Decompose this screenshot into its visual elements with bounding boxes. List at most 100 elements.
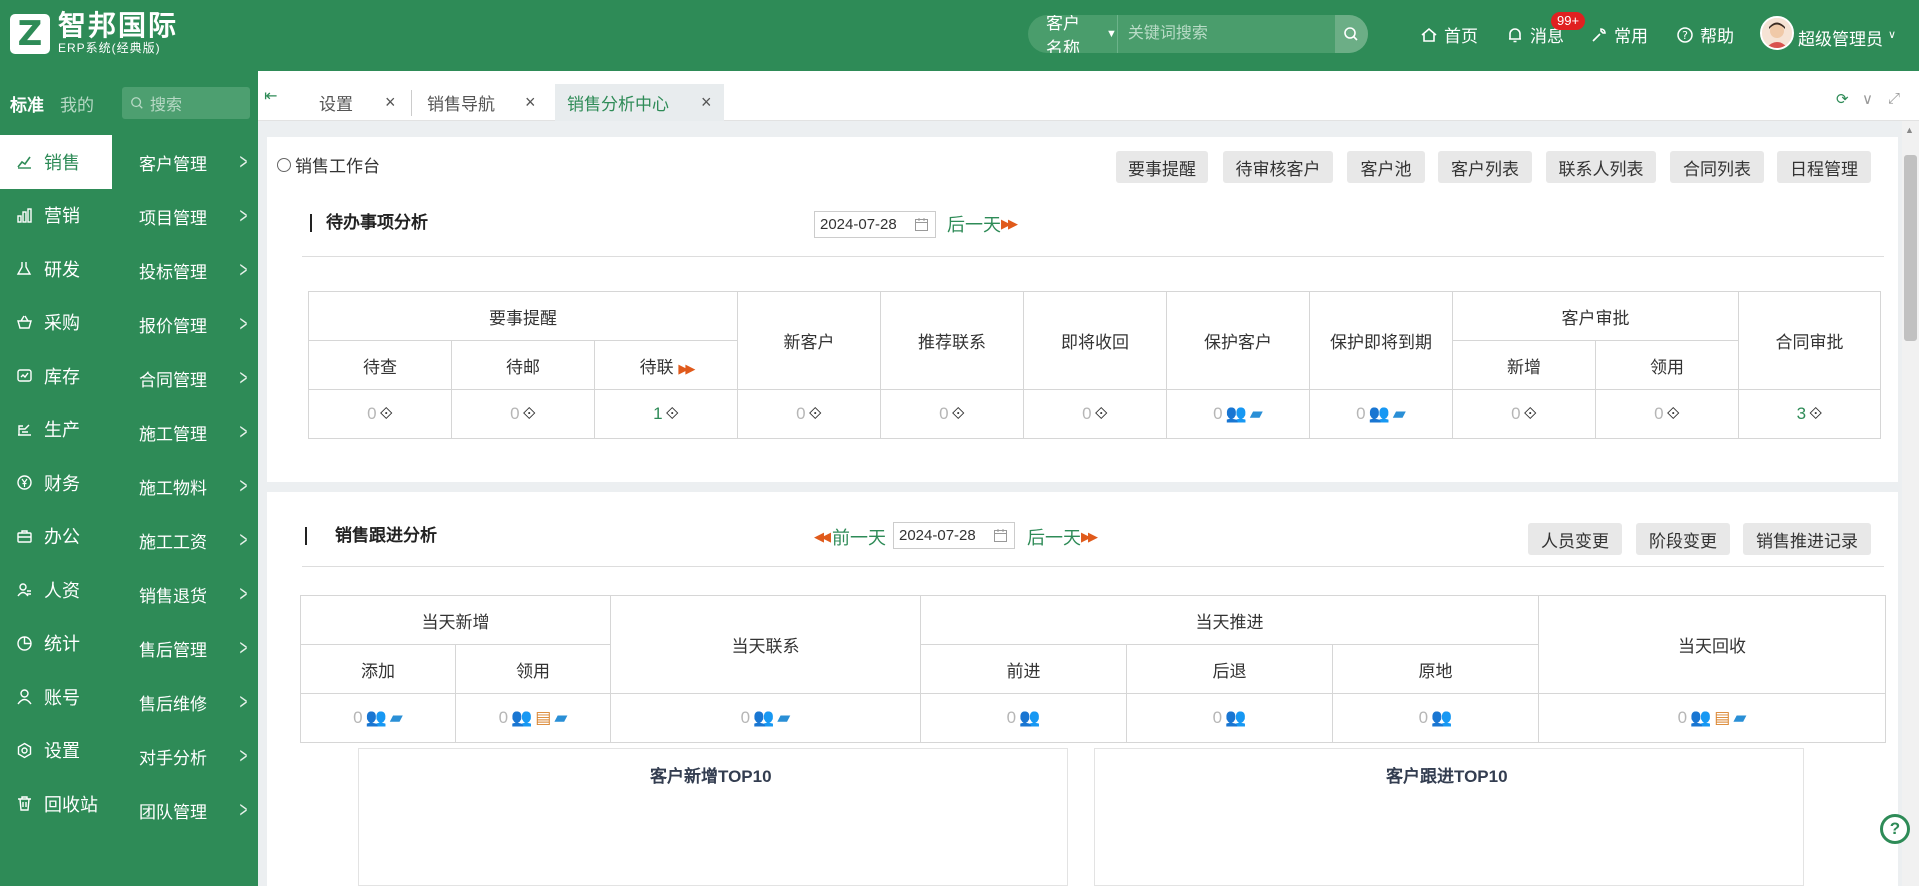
contract-list-button[interactable]: 合同列表 xyxy=(1670,151,1764,183)
followup-next-day-link[interactable]: 后一天 ▶▶ xyxy=(1027,524,1098,550)
col-claim: 领用 xyxy=(455,644,611,694)
submenu-item[interactable]: 售后管理 > xyxy=(112,621,258,675)
tab-settings[interactable]: 设置 × xyxy=(319,84,396,121)
refresh-icon[interactable]: ⟳ xyxy=(1836,90,1849,108)
sidebar-module-item[interactable]: 回收站 xyxy=(0,777,112,831)
close-icon[interactable]: × xyxy=(525,92,536,113)
chart-line-icon xyxy=(16,153,38,170)
search-input[interactable] xyxy=(1117,15,1335,53)
user-name[interactable]: 超级管理员 xyxy=(1798,25,1883,50)
chevron-right-icon: > xyxy=(239,311,248,336)
nav-common[interactable]: 常用 xyxy=(1590,22,1648,47)
sidebar-module-item[interactable]: 生产 xyxy=(0,403,112,457)
sidebar-module-item[interactable]: 研发 xyxy=(0,242,112,296)
sidebar-module-label: 人资 xyxy=(44,580,80,601)
customer-pool-button[interactable]: 客户池 xyxy=(1347,151,1425,183)
submenu-item[interactable]: 施工管理 > xyxy=(112,405,258,459)
double-arrow-right-icon: ▶▶ xyxy=(1081,529,1098,544)
stage-change-button[interactable]: 阶段变更 xyxy=(1636,523,1730,555)
submenu-item[interactable]: 施工工资 > xyxy=(112,513,258,567)
col-group-reminders: 要事提醒 xyxy=(308,291,738,341)
folder-icon: ▰ xyxy=(1392,404,1406,424)
cell-protect[interactable]: 0 👥 ▰ xyxy=(1166,389,1310,439)
cell-pending-contact[interactable]: 1 ⟐ xyxy=(594,389,738,439)
link-arrow-icon: ⟐ xyxy=(808,404,822,424)
chevron-down-icon[interactable]: ∨ xyxy=(1888,28,1896,41)
cell-backward[interactable]: 0 👥 xyxy=(1126,693,1333,743)
sidebar-tab-standard[interactable]: 标准 xyxy=(10,91,44,116)
submenu-item[interactable]: 团队管理 > xyxy=(112,783,258,837)
submenu-item[interactable]: 销售退货 > xyxy=(112,567,258,621)
basket-icon xyxy=(16,314,38,331)
todo-next-day-link[interactable]: 后一天 ▶▶ xyxy=(947,211,1018,237)
followup-prev-day-link[interactable]: ◀◀ 前一天 xyxy=(814,524,886,550)
cell-same[interactable]: 0 👥 xyxy=(1332,693,1539,743)
fullscreen-icon[interactable]: ⤢ xyxy=(1888,90,1900,107)
cell-approval-add[interactable]: 0 ⟐ xyxy=(1452,389,1596,439)
cell-recommend[interactable]: 0 ⟐ xyxy=(880,389,1024,439)
submenu-item[interactable]: 投标管理 > xyxy=(112,243,258,297)
chevron-down-icon[interactable]: ∨ xyxy=(1862,90,1873,108)
sidebar-module-item[interactable]: 账号 xyxy=(0,670,112,724)
pending-review-customers-button[interactable]: 待审核客户 xyxy=(1223,151,1333,183)
sidebar-module-item[interactable]: 设置 xyxy=(0,724,112,778)
sidebar-module-item[interactable]: 统计 xyxy=(0,617,112,671)
sidebar-module-item[interactable]: 营销 xyxy=(0,189,112,243)
cell-new-customer[interactable]: 0 ⟐ xyxy=(737,389,881,439)
schedule-button[interactable]: 日程管理 xyxy=(1777,151,1871,183)
sidebar-module-item[interactable]: 人资 xyxy=(0,563,112,617)
search-type-select[interactable]: 客户名称 ▼ xyxy=(1028,15,1118,53)
cell-contact[interactable]: 0 👥 ▰ xyxy=(610,693,921,743)
col-pending-contact[interactable]: 待联 ▶▶ xyxy=(594,340,738,390)
submenu-item[interactable]: 项目管理 > xyxy=(112,189,258,243)
sidebar-module-item[interactable]: 销售 xyxy=(0,135,112,189)
cell-claim[interactable]: 0 👥 ▤ ▰ xyxy=(455,693,611,743)
cell-contract-approval[interactable]: 3 ⟐ xyxy=(1738,389,1881,439)
nav-help[interactable]: ? 帮助 xyxy=(1676,22,1734,47)
cell-pending-mail[interactable]: 0 ⟐ xyxy=(451,389,595,439)
tab-sales-nav[interactable]: 销售导航 × xyxy=(427,84,536,121)
cell-add[interactable]: 0 👥 ▰ xyxy=(300,693,456,743)
contact-list-button[interactable]: 联系人列表 xyxy=(1546,151,1656,183)
user-avatar[interactable] xyxy=(1760,16,1794,50)
submenu-item[interactable]: 施工物料 > xyxy=(112,459,258,513)
scrollbar-thumb[interactable] xyxy=(1904,155,1917,341)
cell-recall[interactable]: 0 👥 ▤ ▰ xyxy=(1538,693,1886,743)
close-icon[interactable]: × xyxy=(701,92,712,113)
sales-progress-record-button[interactable]: 销售推进记录 xyxy=(1743,523,1871,555)
submenu-item[interactable]: 合同管理 > xyxy=(112,351,258,405)
followup-date-input[interactable]: 2024-07-28 xyxy=(893,522,1015,549)
scroll-up-icon[interactable]: ▲ xyxy=(1905,125,1914,135)
divider xyxy=(302,566,1884,567)
value: 0 xyxy=(1511,403,1521,423)
customer-list-button[interactable]: 客户列表 xyxy=(1438,151,1532,183)
staff-change-button[interactable]: 人员变更 xyxy=(1528,523,1622,555)
sidebar-module-item[interactable]: 办公 xyxy=(0,510,112,564)
nav-home[interactable]: 首页 xyxy=(1420,22,1478,47)
workbench-radio[interactable]: 销售工作台 xyxy=(277,152,380,177)
floating-help-button[interactable]: ? xyxy=(1880,814,1910,844)
brand-logo[interactable]: Z 智邦国际 ERP系统(经典版) xyxy=(10,12,178,56)
submenu-item[interactable]: 报价管理 > xyxy=(112,297,258,351)
sidebar-tab-mine[interactable]: 我的 xyxy=(60,91,94,116)
cell-recall[interactable]: 0 ⟐ xyxy=(1023,389,1167,439)
sidebar-module-item[interactable]: 库存 xyxy=(0,349,112,403)
cell-forward[interactable]: 0 👥 xyxy=(920,693,1127,743)
reminders-button[interactable]: 要事提醒 xyxy=(1116,151,1208,183)
submenu-item[interactable]: 对手分析 > xyxy=(112,729,258,783)
people-icon: 👥 xyxy=(753,708,775,728)
search-button[interactable] xyxy=(1334,15,1368,53)
sidebar-module-item[interactable]: 采购 xyxy=(0,296,112,350)
submenu-item[interactable]: 客户管理 > xyxy=(112,135,258,189)
cell-approval-claim[interactable]: 0 ⟐ xyxy=(1595,389,1739,439)
sidebar-module-item[interactable]: 财务 xyxy=(0,456,112,510)
cell-pending-check[interactable]: 0 ⟐ xyxy=(308,389,452,439)
cell-protect-expiring[interactable]: 0 👥 ▰ xyxy=(1309,389,1453,439)
sidebar-module-label: 研发 xyxy=(44,259,80,280)
collapse-menu-icon[interactable]: ⇤ xyxy=(264,86,277,106)
sidebar-search[interactable]: 搜索 xyxy=(122,87,250,119)
tab-sales-analysis[interactable]: 销售分析中心 × xyxy=(555,84,724,121)
submenu-item[interactable]: 售后维修 > xyxy=(112,675,258,729)
todo-date-input[interactable]: 2024-07-28 xyxy=(814,211,936,238)
close-icon[interactable]: × xyxy=(385,92,396,113)
